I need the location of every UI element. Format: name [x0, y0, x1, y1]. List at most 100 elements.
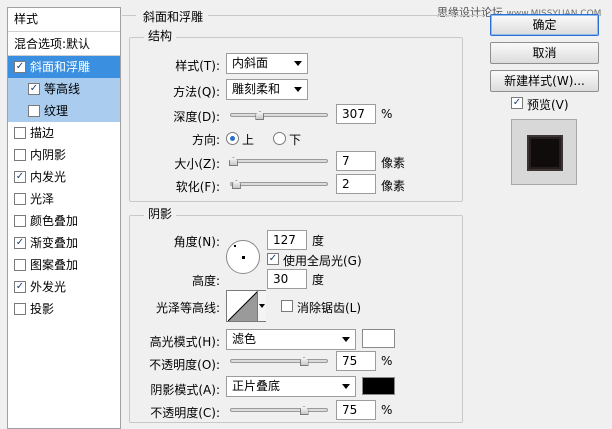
anti-alias-label[interactable]: 消除锯齿(L) — [297, 299, 361, 316]
depth-unit: % — [381, 107, 393, 121]
style-select[interactable]: 内斜面 — [226, 53, 308, 74]
style-item[interactable]: ✓ 斜面和浮雕 — [8, 56, 120, 78]
preview-label[interactable]: 预览(V) — [527, 96, 569, 113]
style-item-label: 等高线 — [44, 82, 81, 96]
highlight-opacity-input[interactable]: 75 — [336, 351, 376, 371]
style-item[interactable]: ✓ 等高线 — [8, 78, 120, 100]
global-light-label[interactable]: 使用全局光(G) — [283, 252, 362, 269]
style-item-checkbox[interactable] — [14, 259, 26, 271]
soften-label: 软化(F): — [175, 180, 220, 194]
depth-input[interactable]: 307 — [336, 104, 376, 124]
style-item-checkbox[interactable] — [14, 215, 26, 227]
shadow-mode-value: 正片叠底 — [232, 379, 281, 393]
style-item[interactable]: 光泽 — [8, 188, 120, 210]
gloss-contour-picker[interactable] — [226, 290, 266, 322]
style-item-checkbox[interactable] — [14, 303, 26, 315]
angle-unit: 度 — [312, 234, 325, 248]
angle-input[interactable]: 127 — [267, 230, 307, 250]
style-item[interactable]: 内阴影 — [8, 144, 120, 166]
size-slider[interactable] — [228, 155, 328, 167]
bevel-emboss-title: 斜面和浮雕 — [140, 8, 207, 25]
highlight-opacity-label: 不透明度(O): — [149, 358, 220, 372]
preview-checkbox[interactable]: ✓ — [511, 97, 523, 109]
chevron-down-icon — [342, 384, 350, 389]
shadow-color-swatch[interactable] — [362, 377, 395, 395]
slider-track — [230, 159, 328, 163]
highlight-opacity-unit: % — [381, 354, 393, 368]
cancel-button[interactable]: 取消 — [490, 42, 599, 64]
style-item[interactable]: 投影 — [8, 298, 120, 320]
style-item-label: 图案叠加 — [30, 258, 79, 272]
styles-header[interactable]: 样式 — [8, 8, 120, 32]
style-item-checkbox[interactable] — [14, 149, 26, 161]
style-item-label: 外发光 — [30, 280, 67, 294]
direction-down-label[interactable]: 下 — [289, 131, 301, 148]
altitude-label: 高度: — [191, 274, 220, 288]
style-item[interactable]: 纹理 — [8, 100, 120, 122]
style-item-checkbox[interactable] — [14, 127, 26, 139]
anti-alias-checkbox[interactable] — [281, 300, 293, 312]
style-item-checkbox[interactable]: ✓ — [14, 237, 26, 249]
angle-dial[interactable] — [226, 240, 260, 274]
highlight-color-swatch[interactable] — [362, 329, 395, 348]
ok-button[interactable]: 确定 — [490, 14, 599, 36]
technique-label: 方法(Q): — [173, 85, 220, 99]
shadow-opacity-label: 不透明度(C): — [150, 406, 220, 420]
style-preview-thumbnail — [511, 119, 577, 185]
blending-options-item[interactable]: 混合选项:默认 — [8, 32, 120, 56]
style-item-checkbox[interactable] — [28, 105, 40, 117]
chevron-down-icon — [259, 304, 265, 308]
style-item[interactable]: 图案叠加 — [8, 254, 120, 276]
technique-select[interactable]: 雕刻柔和 — [226, 79, 308, 100]
direction-up-radio[interactable] — [226, 132, 239, 145]
angle-label: 角度(N): — [173, 235, 220, 249]
style-item-label: 渐变叠加 — [30, 236, 79, 250]
style-item-label: 光泽 — [30, 192, 55, 206]
direction-label: 方向: — [191, 133, 220, 147]
soften-input[interactable]: 2 — [336, 174, 376, 194]
slider-track — [230, 359, 328, 363]
shadow-opacity-slider[interactable] — [230, 404, 328, 416]
slider-track — [230, 408, 328, 412]
style-item[interactable]: 颜色叠加 — [8, 210, 120, 232]
direction-up-label[interactable]: 上 — [242, 131, 254, 148]
contour-dropdown[interactable] — [257, 291, 266, 321]
shadow-opacity-input[interactable]: 75 — [336, 400, 376, 420]
direction-down-radio[interactable] — [273, 132, 286, 145]
technique-select-value: 雕刻柔和 — [232, 82, 281, 96]
style-item[interactable]: ✓ 外发光 — [8, 276, 120, 298]
style-item-checkbox[interactable] — [14, 193, 26, 205]
size-label: 大小(Z): — [174, 157, 220, 171]
altitude-input[interactable]: 30 — [267, 269, 307, 289]
style-item-label: 纹理 — [44, 104, 69, 118]
depth-slider[interactable] — [230, 109, 328, 121]
style-item-checkbox[interactable]: ✓ — [14, 61, 26, 73]
slider-track — [230, 182, 328, 186]
style-item[interactable]: ✓ 内发光 — [8, 166, 120, 188]
shadow-mode-select[interactable]: 正片叠底 — [226, 376, 356, 397]
style-item[interactable]: ✓ 渐变叠加 — [8, 232, 120, 254]
slider-track — [230, 113, 328, 117]
style-item-label: 投影 — [30, 302, 55, 316]
altitude-unit: 度 — [312, 273, 325, 287]
size-input[interactable]: 7 — [336, 151, 376, 171]
soften-unit: 像素 — [381, 179, 406, 193]
preview-swatch — [527, 135, 563, 171]
soften-slider[interactable] — [230, 178, 328, 190]
shading-title: 阴影 — [144, 207, 177, 221]
dial-needle — [234, 245, 236, 247]
style-item-label: 内阴影 — [30, 148, 67, 162]
highlight-mode-select[interactable]: 滤色 — [226, 329, 356, 350]
global-light-checkbox[interactable]: ✓ — [267, 253, 279, 265]
depth-label: 深度(D): — [173, 110, 220, 124]
highlight-opacity-slider[interactable] — [230, 355, 328, 367]
style-item-label: 颜色叠加 — [30, 214, 79, 228]
style-item[interactable]: 描边 — [8, 122, 120, 144]
style-item-checkbox[interactable]: ✓ — [14, 281, 26, 293]
style-item-checkbox[interactable]: ✓ — [28, 83, 40, 95]
style-item-label: 内发光 — [30, 170, 67, 184]
contour-preview-icon — [228, 291, 258, 321]
structure-title: 结构 — [144, 29, 177, 43]
style-item-checkbox[interactable]: ✓ — [14, 171, 26, 183]
new-style-button[interactable]: 新建样式(W)... — [490, 70, 599, 92]
